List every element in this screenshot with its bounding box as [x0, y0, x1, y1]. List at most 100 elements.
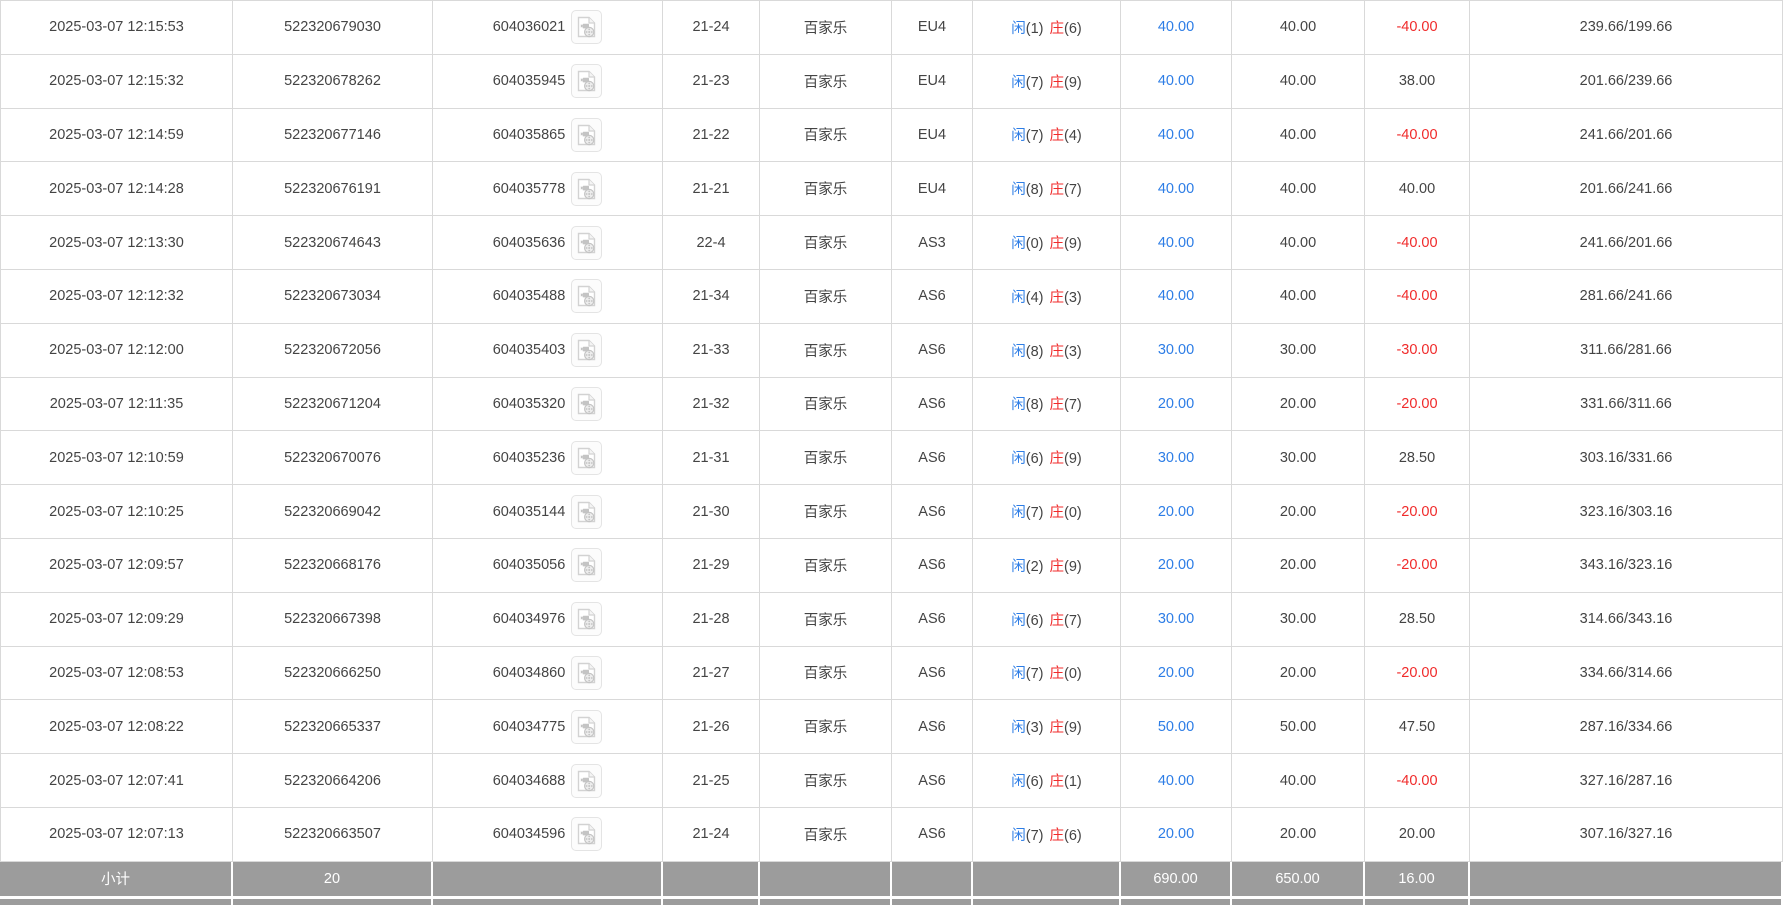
result-cell: 闲(3)庄(9) [973, 700, 1121, 754]
table-code-cell: EU4 [892, 162, 973, 216]
video-replay-button[interactable] [571, 495, 602, 529]
game-name-cell: 百家乐 [760, 700, 892, 754]
balance-cell: 241.66/201.66 [1470, 109, 1783, 163]
video-replay-button[interactable] [571, 817, 602, 851]
game-id-cell: 604035778 [433, 162, 663, 216]
balance-cell: 323.16/303.16 [1470, 485, 1783, 539]
video-replay-button[interactable] [571, 764, 602, 798]
round-cell: 21-27 [663, 647, 760, 701]
game-id-cell: 604035865 [433, 109, 663, 163]
bet-time-cell: 2025-03-07 12:14:28 [0, 162, 233, 216]
bet-amount-cell: 20.00 [1121, 808, 1232, 862]
result-cell: 闲(7)庄(6) [973, 808, 1121, 862]
order-id-cell: 522320677146 [233, 109, 433, 163]
banker-points: (9) [1064, 559, 1082, 575]
subtotal-empty-round [663, 862, 760, 899]
video-replay-button[interactable] [571, 333, 602, 367]
video-replay-button[interactable] [571, 441, 602, 475]
round-cell: 21-32 [663, 378, 760, 432]
table-code-cell: AS6 [892, 270, 973, 324]
banker-points: (9) [1064, 236, 1082, 252]
order-id-cell: 522320679030 [233, 0, 433, 55]
video-replay-button[interactable] [571, 279, 602, 313]
player-label: 闲 [1011, 666, 1026, 682]
valid-amount-cell: 20.00 [1232, 647, 1365, 701]
subtotal-row: 小计 20 690.00 650.00 16.00 [0, 862, 1783, 899]
order-id-cell: 522320664206 [233, 754, 433, 808]
video-replay-button[interactable] [571, 64, 602, 98]
round-cell: 22-4 [663, 216, 760, 270]
bet-amount-cell: 50.00 [1121, 700, 1232, 754]
round-cell: 21-26 [663, 700, 760, 754]
video-replay-button[interactable] [571, 710, 602, 744]
result-cell: 闲(7)庄(0) [973, 485, 1121, 539]
order-id-cell: 522320672056 [233, 324, 433, 378]
table-code-cell: AS6 [892, 485, 973, 539]
player-label: 闲 [1011, 451, 1026, 467]
game-name-cell: 百家乐 [760, 162, 892, 216]
subtotal-empty-result [973, 862, 1121, 899]
subtotal-empty-game [760, 862, 892, 899]
banker-label: 庄 [1050, 613, 1065, 629]
order-id-cell: 522320673034 [233, 270, 433, 324]
game-id-cell: 604035945 [433, 55, 663, 109]
balance-cell: 281.66/241.66 [1470, 270, 1783, 324]
player-label: 闲 [1011, 397, 1026, 413]
game-id-value: 604035236 [493, 450, 566, 466]
video-replay-button[interactable] [571, 172, 602, 206]
video-replay-button[interactable] [571, 10, 602, 44]
table-row: 2025-03-07 12:10:25 522320669042 6040351… [0, 485, 1783, 539]
video-replay-icon [576, 500, 597, 524]
video-replay-button[interactable] [571, 656, 602, 690]
subtotal-winloss-total: 16.00 [1365, 862, 1470, 899]
table-row: 2025-03-07 12:07:41 522320664206 6040346… [0, 754, 1783, 808]
table-code-cell: AS6 [892, 539, 973, 593]
video-replay-button[interactable] [571, 118, 602, 152]
video-replay-button[interactable] [571, 602, 602, 636]
player-label: 闲 [1011, 182, 1026, 198]
subtotal-empty-balance [1470, 862, 1783, 899]
banker-points: (4) [1064, 128, 1082, 144]
balance-cell: 343.16/323.16 [1470, 539, 1783, 593]
game-id-cell: 604035144 [433, 485, 663, 539]
player-points: (7) [1026, 828, 1044, 844]
video-replay-icon [576, 15, 597, 39]
result-cell: 闲(7)庄(0) [973, 647, 1121, 701]
banker-points: (0) [1064, 666, 1082, 682]
banker-points: (7) [1064, 397, 1082, 413]
video-replay-button[interactable] [571, 387, 602, 421]
valid-amount-cell: 30.00 [1232, 431, 1365, 485]
banker-label: 庄 [1050, 505, 1065, 521]
winloss-cell: 20.00 [1365, 808, 1470, 862]
video-replay-icon [576, 446, 597, 470]
player-label: 闲 [1011, 505, 1026, 521]
game-id-value: 604036021 [493, 19, 566, 35]
player-points: (7) [1026, 666, 1044, 682]
table-code-cell: AS6 [892, 593, 973, 647]
table-code-cell: AS6 [892, 700, 973, 754]
round-cell: 21-28 [663, 593, 760, 647]
bet-time-cell: 2025-03-07 12:09:57 [0, 539, 233, 593]
order-id-cell: 522320674643 [233, 216, 433, 270]
video-replay-button[interactable] [571, 548, 602, 582]
result-cell: 闲(7)庄(9) [973, 55, 1121, 109]
winloss-cell: -40.00 [1365, 216, 1470, 270]
balance-cell: 331.66/311.66 [1470, 378, 1783, 432]
order-id-cell: 522320668176 [233, 539, 433, 593]
table-code-cell: AS6 [892, 324, 973, 378]
video-replay-button[interactable] [571, 226, 602, 260]
game-id-value: 604035056 [493, 557, 566, 573]
order-id-cell: 522320678262 [233, 55, 433, 109]
player-label: 闲 [1011, 559, 1026, 575]
table-code-cell: AS6 [892, 647, 973, 701]
game-name-cell: 百家乐 [760, 55, 892, 109]
bet-amount-cell: 40.00 [1121, 162, 1232, 216]
table-code-cell: AS6 [892, 431, 973, 485]
bet-time-cell: 2025-03-07 12:08:22 [0, 700, 233, 754]
balance-cell: 239.66/199.66 [1470, 0, 1783, 55]
subtotal-empty-table [892, 862, 973, 899]
bet-time-cell: 2025-03-07 12:10:59 [0, 431, 233, 485]
winloss-cell: -20.00 [1365, 647, 1470, 701]
banker-label: 庄 [1050, 236, 1065, 252]
winloss-cell: 38.00 [1365, 55, 1470, 109]
